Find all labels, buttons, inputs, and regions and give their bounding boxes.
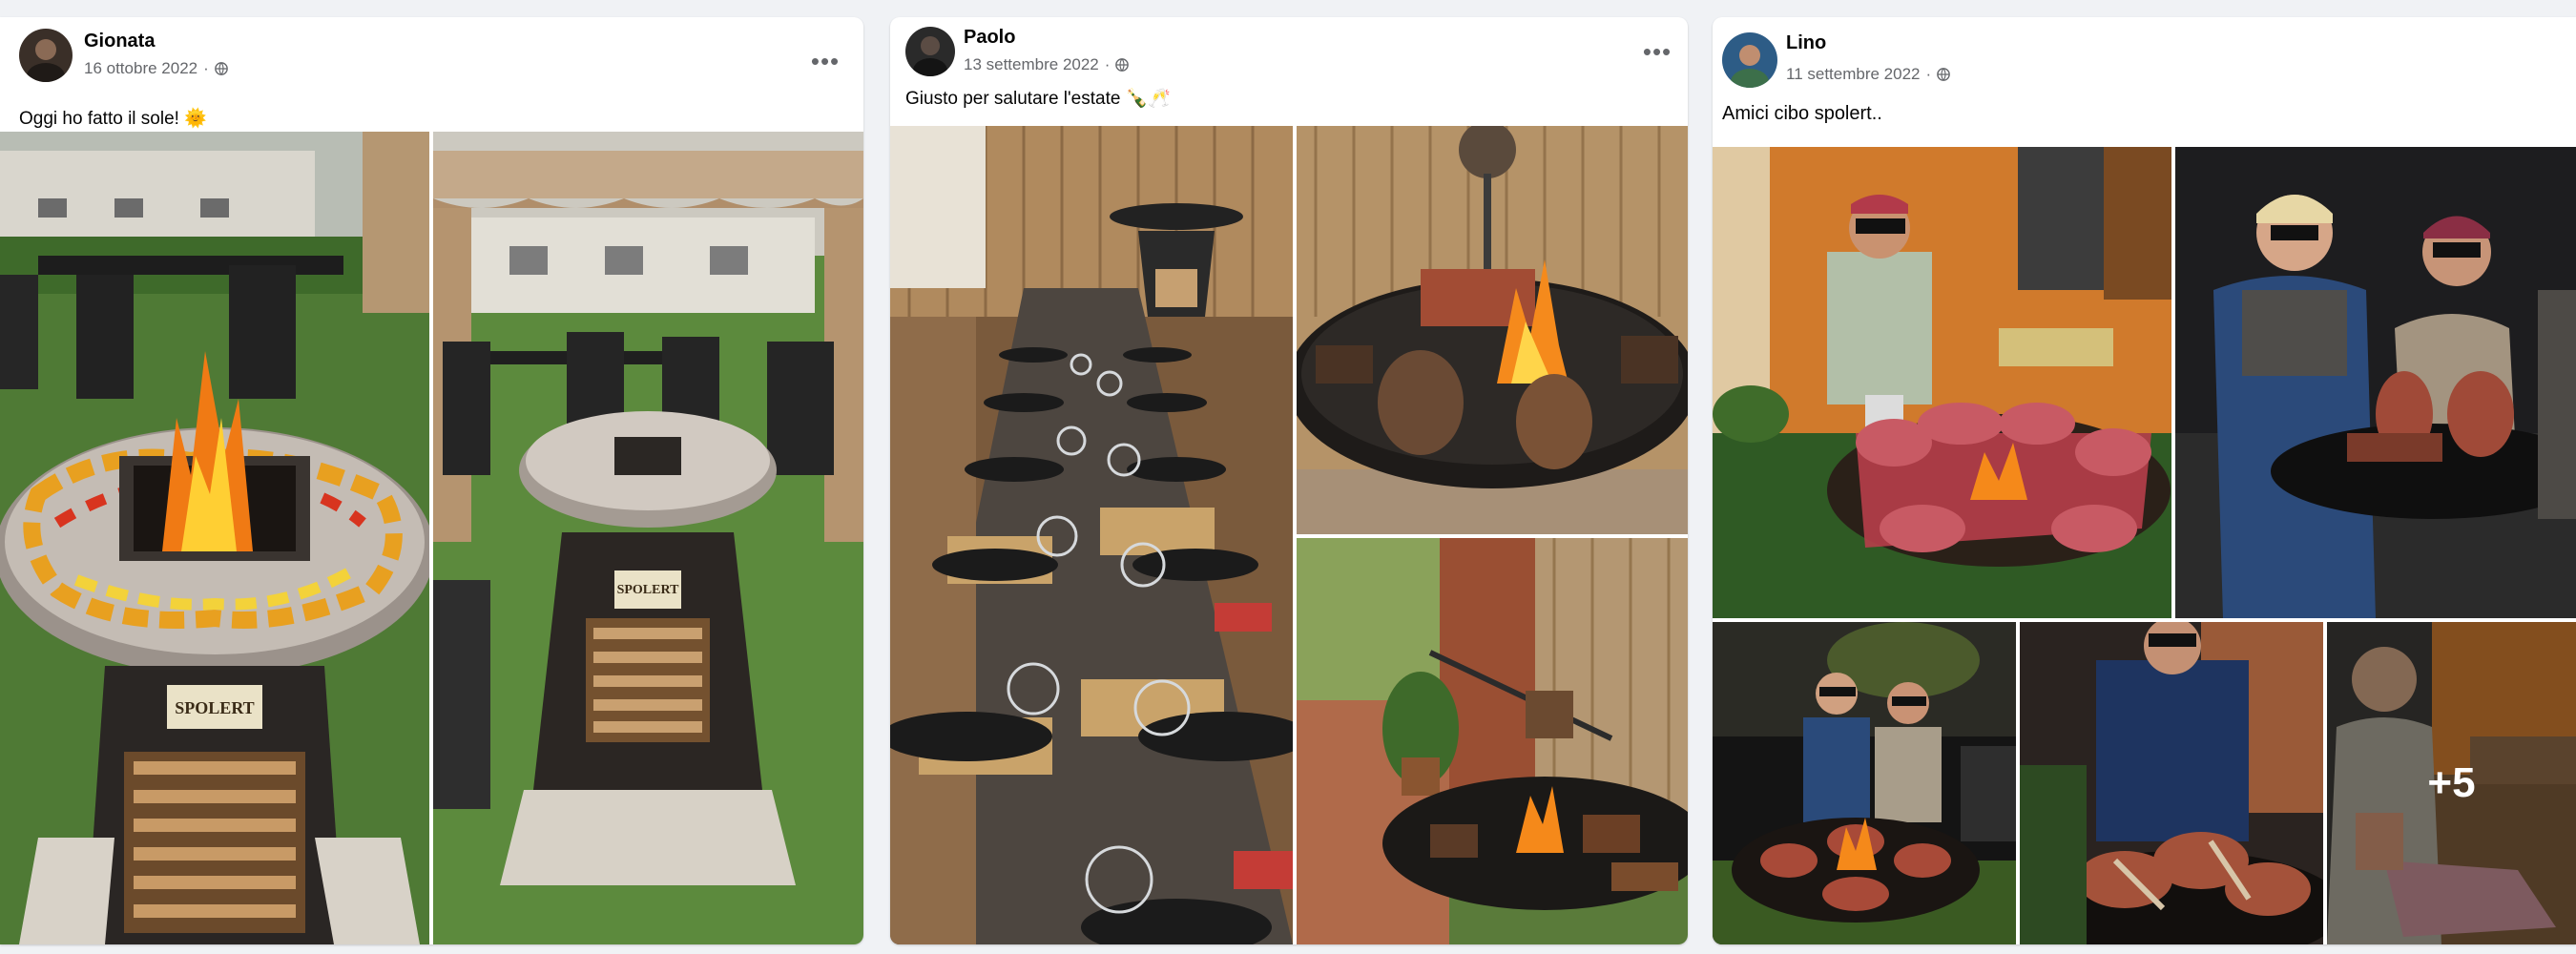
post-caption: Giusto per salutare l'estate 🍾🥂 bbox=[905, 89, 1172, 109]
author-name[interactable]: Lino bbox=[1786, 32, 1826, 54]
spolert-label: SPOLERT bbox=[175, 698, 254, 717]
meta-separator: · bbox=[1104, 55, 1111, 73]
avatar[interactable] bbox=[1722, 32, 1777, 88]
globe-icon bbox=[214, 62, 228, 75]
more-options-button[interactable]: ••• bbox=[1640, 34, 1674, 69]
post-date[interactable]: 16 ottobre 2022 bbox=[84, 59, 197, 78]
name-redaction bbox=[162, 29, 267, 55]
post-header: Lino 11 settembre 2022 · bbox=[1713, 17, 2576, 105]
post-header: Gionata 16 ottobre 2022 · ••• bbox=[0, 17, 863, 105]
post-date[interactable]: 13 settembre 2022 bbox=[964, 55, 1099, 74]
post-caption: Amici cibo spolert.. bbox=[1722, 103, 1882, 124]
post-meta: 11 settembre 2022 · bbox=[1786, 65, 1950, 84]
post-card-gionata: Gionata 16 ottobre 2022 · ••• Oggi ho fa… bbox=[0, 17, 863, 944]
more-horizontal-icon: ••• bbox=[1642, 37, 1672, 66]
photo-grill-rotisserie[interactable] bbox=[1297, 538, 1688, 944]
author-name[interactable]: Paolo bbox=[964, 27, 1015, 49]
more-photos-count[interactable]: +5 bbox=[2327, 622, 2576, 944]
post-caption: Oggi ho fatto il sole! 🌞 bbox=[19, 109, 207, 129]
photo-man-steaks[interactable] bbox=[1713, 147, 2171, 618]
photo-carving-meat[interactable] bbox=[2020, 622, 2323, 944]
avatar[interactable] bbox=[905, 27, 955, 76]
photo-long-table[interactable] bbox=[890, 126, 1293, 944]
avatar[interactable] bbox=[19, 29, 73, 82]
spolert-label: SPOLERT bbox=[617, 583, 680, 597]
more-options-button[interactable]: ••• bbox=[808, 44, 842, 78]
photo-grill-roast[interactable] bbox=[1297, 126, 1688, 534]
meta-separator: · bbox=[1925, 65, 1932, 83]
photo-grill-gazebo[interactable]: SPOLERT bbox=[433, 132, 863, 944]
globe-icon bbox=[1115, 58, 1130, 72]
post-card-paolo: Paolo 13 settembre 2022 · ••• Giusto per… bbox=[890, 17, 1688, 944]
photo-more-overlay[interactable]: +5 bbox=[2327, 622, 2576, 944]
photo-two-men-evening[interactable] bbox=[1713, 622, 2016, 944]
photo-grill-peppers[interactable]: SPOLERT bbox=[0, 132, 429, 944]
post-card-lino: Lino 11 settembre 2022 · Amici cibo spol… bbox=[1713, 17, 2576, 944]
globe-icon bbox=[1937, 68, 1950, 81]
more-horizontal-icon: ••• bbox=[810, 47, 841, 75]
post-date[interactable]: 11 settembre 2022 bbox=[1786, 65, 1921, 84]
photo-two-men-grill[interactable] bbox=[2175, 147, 2576, 618]
post-meta: 16 ottobre 2022 · bbox=[84, 59, 228, 78]
name-redaction bbox=[1022, 25, 1127, 52]
meta-separator: · bbox=[203, 59, 209, 77]
post-meta: 13 settembre 2022 · bbox=[964, 55, 1130, 74]
author-name[interactable]: Gionata bbox=[84, 31, 155, 52]
name-redaction bbox=[1834, 31, 1939, 57]
